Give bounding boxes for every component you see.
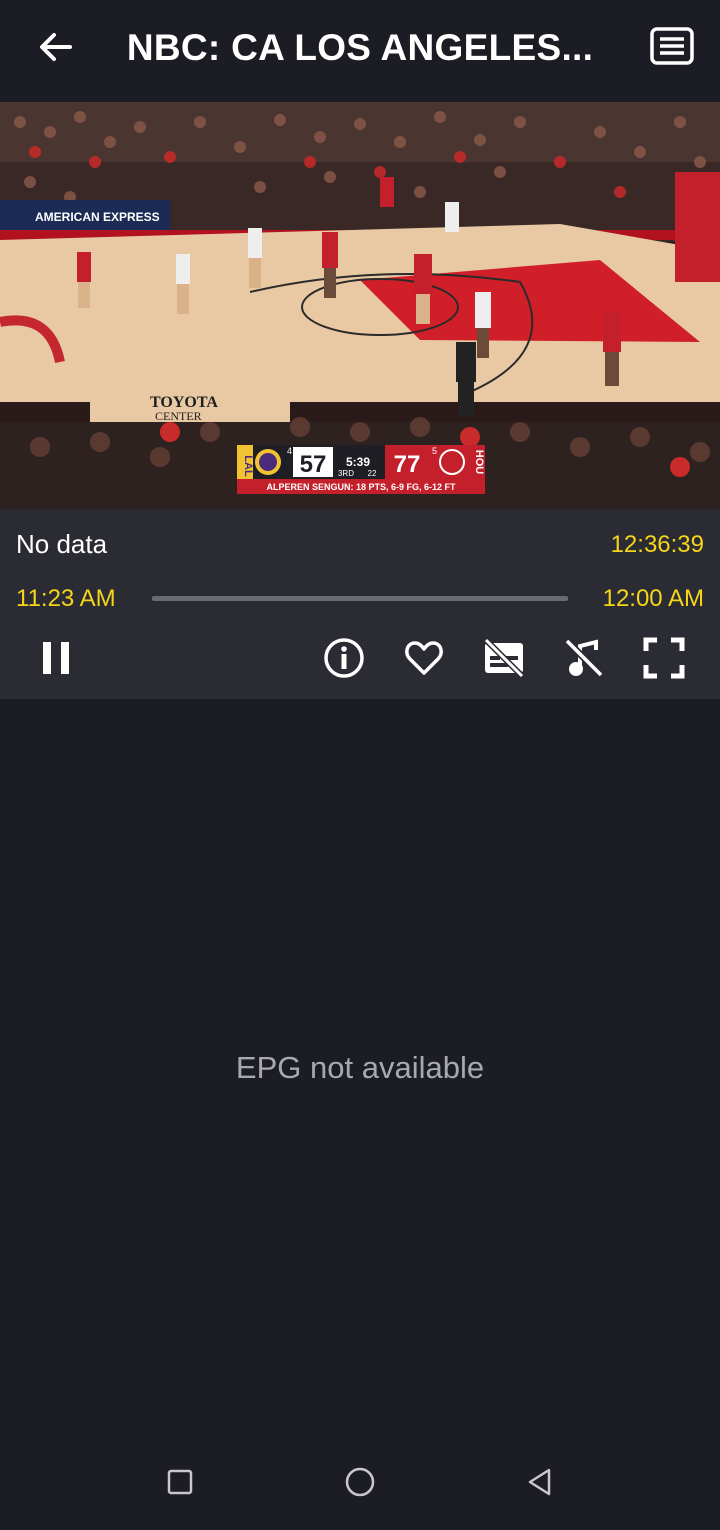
- player-info-panel: No data 12:36:39 11:23 AM 12:00 AM: [0, 509, 720, 699]
- current-time: 12:36:39: [610, 531, 704, 558]
- info-button[interactable]: [316, 635, 372, 681]
- team-b-score: 77: [394, 451, 421, 478]
- pause-button[interactable]: [28, 635, 84, 681]
- fullscreen-button[interactable]: [636, 635, 692, 681]
- app-bar: NBC: CA LOS ANGELES...: [0, 0, 720, 102]
- back-button[interactable]: [26, 22, 86, 72]
- list-icon: [650, 27, 694, 65]
- subtitles-off-icon: [483, 637, 525, 679]
- audio-track-button[interactable]: [556, 635, 612, 681]
- system-navigation-bar: [0, 1440, 720, 1530]
- program-title: No data: [16, 529, 108, 559]
- team-a-fouls: 4: [287, 446, 292, 456]
- scorebug: LAL 4 57 5:39 3RD 22 77 5 HOU ALPEREN SE…: [237, 445, 485, 494]
- team-b-abbr: HOU: [473, 450, 485, 475]
- game-clock: 5:39: [346, 455, 370, 469]
- end-time: 12:00 AM: [602, 585, 704, 612]
- heart-icon: [405, 641, 443, 675]
- program-progress-bar[interactable]: [152, 596, 568, 601]
- team-b-fouls: 5: [432, 446, 437, 456]
- video-frame: AMERICAN EXPRESS TOYOTA CENTER LAL 4 57 …: [0, 102, 720, 509]
- channel-title: NBC: CA LOS ANGELES...: [126, 27, 594, 68]
- start-time: 11:23 AM: [16, 585, 116, 612]
- audio-off-icon: [564, 638, 604, 678]
- back-triangle-icon: [528, 1468, 551, 1496]
- video-player[interactable]: AMERICAN EXPRESS TOYOTA CENTER LAL 4 57 …: [0, 102, 720, 509]
- stat-line: ALPEREN SENGUN: 18 PTS, 6-9 FG, 6-12 FT: [266, 482, 456, 492]
- period: 3RD: [338, 469, 354, 478]
- pause-icon: [43, 642, 69, 674]
- home-circle-icon: [345, 1467, 375, 1497]
- channel-list-button[interactable]: [640, 18, 704, 74]
- recents-button[interactable]: [150, 1460, 210, 1504]
- team-a-score: 57: [300, 451, 327, 478]
- banner-text: AMERICAN EXPRESS: [35, 210, 160, 224]
- subtitles-button[interactable]: [476, 635, 532, 681]
- info-icon: [324, 638, 364, 678]
- shot-clock: 22: [368, 469, 377, 478]
- fullscreen-icon: [643, 637, 685, 679]
- recents-square-icon: [167, 1469, 193, 1495]
- favorite-button[interactable]: [396, 635, 452, 681]
- home-button[interactable]: [330, 1460, 390, 1504]
- arrow-left-icon: [40, 33, 72, 61]
- system-back-button[interactable]: [510, 1460, 570, 1504]
- team-a-abbr: LAL: [242, 455, 254, 477]
- arena-text-2: CENTER: [155, 409, 202, 423]
- epg-empty-message: EPG not available: [235, 1050, 485, 1085]
